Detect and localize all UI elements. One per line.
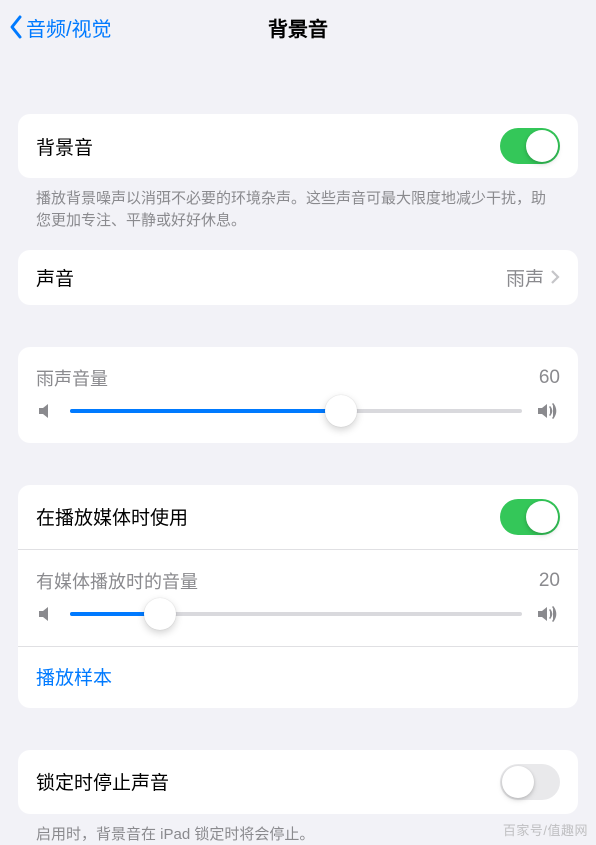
row-stop-on-lock: 锁定时停止声音 — [18, 750, 578, 814]
slider-track[interactable] — [70, 612, 522, 616]
play-sample-link[interactable]: 播放样本 — [18, 646, 578, 708]
slider-thumb[interactable] — [144, 598, 176, 630]
slider-value: 20 — [539, 570, 560, 592]
toggle-background-sound[interactable] — [500, 128, 560, 164]
footer-stop-on-lock: 启用时，背景音在 iPad 锁定时将会停止。 — [36, 824, 560, 845]
slider-rain-volume[interactable] — [18, 401, 578, 443]
volume-high-icon — [536, 604, 560, 624]
footer-background-sound: 播放背景噪声以消弭不必要的环境杂声。这些声音可最大限度地减少干扰，助您更加专注、… — [36, 188, 560, 232]
chevron-right-icon — [550, 269, 560, 285]
slider-header: 有媒体播放时的音量 20 — [18, 550, 578, 604]
row-label: 背景音 — [36, 133, 500, 160]
slider-media-volume[interactable] — [18, 604, 578, 646]
slider-track[interactable] — [70, 409, 522, 413]
back-label: 音频/视觉 — [26, 13, 112, 42]
slider-label: 有媒体播放时的音量 — [36, 568, 539, 594]
row-label: 锁定时停止声音 — [36, 768, 500, 795]
slider-value: 60 — [539, 367, 560, 389]
nav-bar: 音频/视觉 背景音 — [0, 0, 596, 54]
group-media-playback: 在播放媒体时使用 有媒体播放时的音量 20 播放样本 — [18, 485, 578, 708]
watermark: 百家号/值趣网 — [503, 820, 588, 839]
chevron-left-icon — [8, 14, 26, 40]
group-sound-select: 声音 雨声 — [18, 250, 578, 305]
row-label: 声音 — [36, 264, 506, 291]
row-background-sound: 背景音 — [18, 114, 578, 178]
row-label: 在播放媒体时使用 — [36, 503, 500, 530]
row-sound-select[interactable]: 声音 雨声 — [18, 250, 578, 305]
group-stop-on-lock: 锁定时停止声音 — [18, 750, 578, 814]
slider-thumb[interactable] — [325, 395, 357, 427]
slider-label: 雨声音量 — [36, 365, 539, 391]
volume-low-icon — [36, 604, 56, 624]
row-use-when-media: 在播放媒体时使用 — [18, 485, 578, 549]
volume-high-icon — [536, 401, 560, 421]
toggle-use-when-media[interactable] — [500, 499, 560, 535]
group-background-sound: 背景音 — [18, 114, 578, 178]
page-title: 背景音 — [268, 13, 328, 42]
back-button[interactable]: 音频/视觉 — [8, 13, 112, 42]
toggle-stop-on-lock[interactable] — [500, 764, 560, 800]
row-value: 雨声 — [506, 264, 544, 291]
volume-low-icon — [36, 401, 56, 421]
slider-header: 雨声音量 60 — [18, 347, 578, 401]
group-rain-volume: 雨声音量 60 — [18, 347, 578, 443]
